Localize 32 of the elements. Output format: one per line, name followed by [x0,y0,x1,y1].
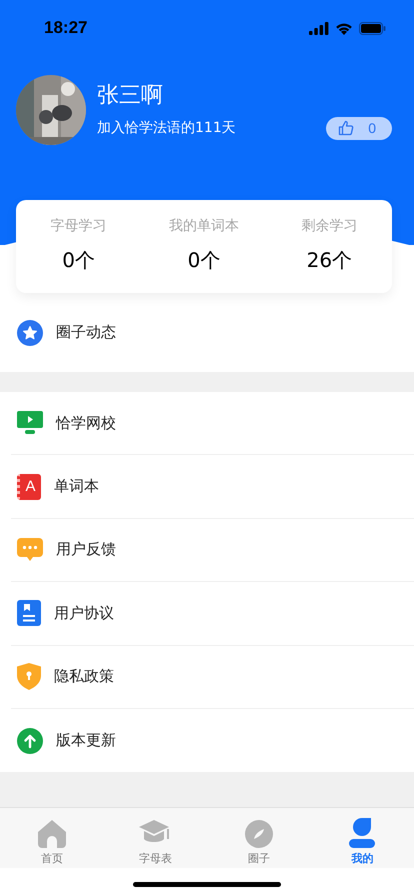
tab-item[interactable]: 字母表 [104,808,207,868]
compass-icon [244,820,273,848]
book-icon: A [17,474,41,500]
user-name: 张三啊 [97,82,164,110]
menu-item[interactable]: 用户协议 [11,582,414,646]
menu-item[interactable]: 版本更新 [11,708,414,772]
stat-label: 我的单词本 [168,217,239,235]
person-icon [349,818,376,848]
stat-value: 26个 [306,247,352,274]
shield-icon [17,663,41,690]
stat-value: 0个 [62,247,96,274]
tab-item[interactable]: 我的 [310,808,414,868]
menu-item[interactable]: 隐私政策 [11,646,414,709]
home-icon [36,820,67,848]
circle-feed-item[interactable]: 圈子动态 [0,293,414,372]
menu-item[interactable]: A 单词本 [11,455,414,519]
wifi-icon [335,22,353,34]
battery-icon [359,22,386,34]
thumbs-up-icon [338,120,354,136]
chat-bubble-icon [17,536,43,563]
stat-value: 0个 [188,247,220,274]
document-icon [17,600,41,626]
join-days: 加入恰学法语的111天 [97,119,236,137]
stat-label: 字母学习 [50,217,107,235]
menu-item[interactable]: 恰学网校 [11,392,414,456]
menu-item[interactable]: 用户反馈 [11,518,414,582]
stat-label: 剩余学习 [301,217,358,235]
status-time: 18:27 [44,18,88,38]
signal-icon [309,22,329,34]
tab-item[interactable]: 首页 [0,808,104,868]
monitor-icon [17,411,43,436]
tab-item[interactable]: 圈子 [207,808,310,868]
